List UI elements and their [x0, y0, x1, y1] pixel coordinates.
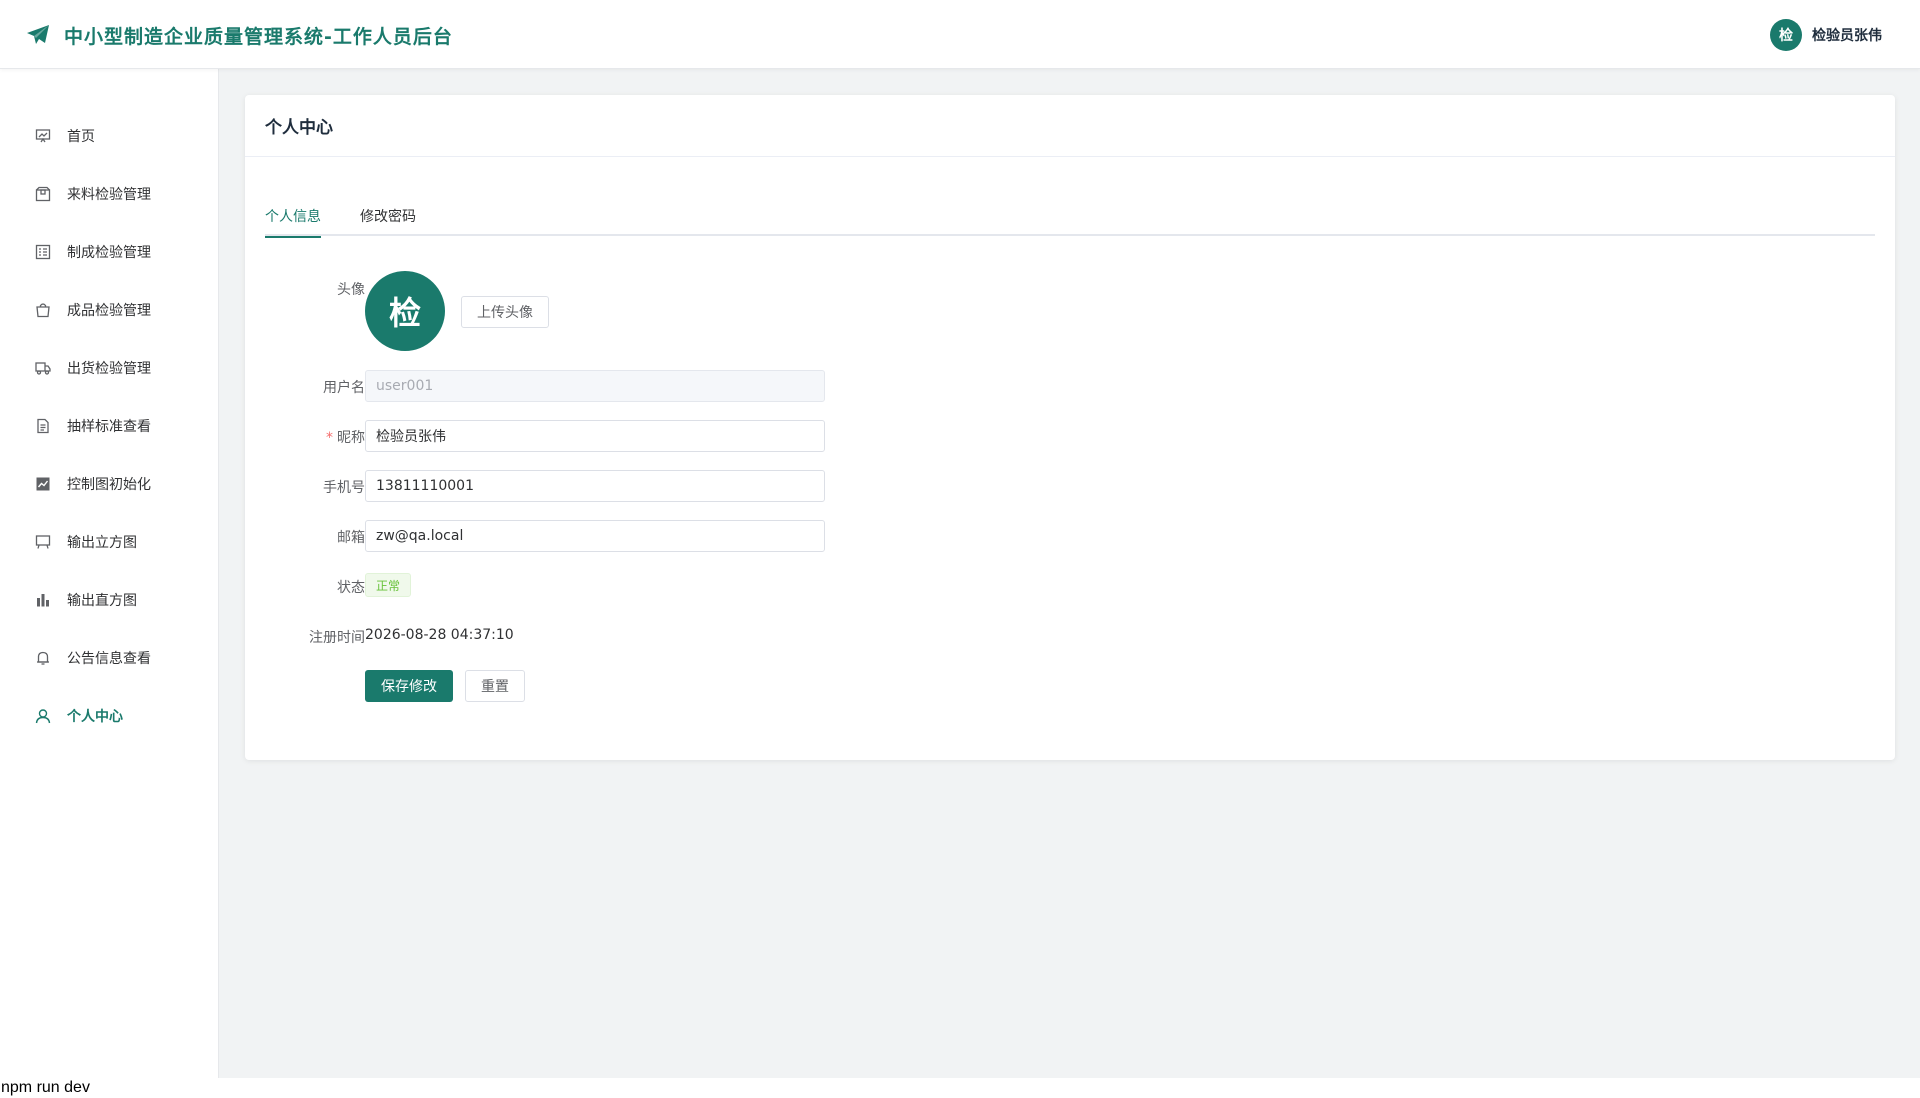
save-button[interactable]: 保存修改: [365, 670, 453, 702]
status-badge: 正常: [365, 573, 412, 597]
box-icon: [34, 185, 52, 203]
user-menu[interactable]: 检 检验员张伟: [1770, 19, 1882, 51]
tab-personal-info[interactable]: 个人信息: [265, 206, 321, 238]
sidebar-item-label: 出货检验管理: [67, 361, 151, 377]
register-time-value: 2026-08-28 04:37:10: [365, 627, 514, 643]
paper-plane-icon: [27, 25, 49, 44]
terminal-text: npm run dev: [0, 1078, 1920, 1098]
sidebar-item-label: 抽样标准查看: [67, 419, 151, 435]
sidebar-item-label: 制成检验管理: [67, 245, 151, 261]
sidebar-item-label: 公告信息查看: [67, 651, 151, 667]
avatar[interactable]: 检: [1770, 19, 1802, 51]
avatar-label: 头像: [337, 282, 365, 298]
bag-icon: [34, 301, 52, 319]
user-icon: [34, 707, 52, 725]
sidebar-item-control-chart[interactable]: 控制图初始化: [0, 464, 218, 504]
dashboard-icon: [34, 127, 52, 145]
sidebar-item-label: 输出立方图: [67, 535, 137, 551]
profile-card: 个人中心 个人信息 修改密码 头像 检 上传头像 用户名 *昵称 手机号 邮箱 …: [245, 95, 1895, 760]
board-icon: [34, 533, 52, 551]
sidebar-item-shipment-inspection[interactable]: 出货检验管理: [0, 348, 218, 388]
sidebar-item-incoming-inspection[interactable]: 来料检验管理: [0, 174, 218, 214]
sidebar-item-sampling-standard[interactable]: 抽样标准查看: [0, 406, 218, 446]
register-time-label: 注册时间: [309, 630, 365, 646]
card-header: 个人中心: [245, 95, 1895, 157]
tab-change-password[interactable]: 修改密码: [360, 206, 416, 236]
sidebar-item-product-inspection[interactable]: 成品检验管理: [0, 290, 218, 330]
top-header: 中小型制造企业质量管理系统-工作人员后台 检 检验员张伟: [0, 0, 1920, 69]
bar-chart-icon: [34, 591, 52, 609]
username-label: 用户名: [323, 380, 365, 396]
sidebar-item-label: 来料检验管理: [67, 187, 151, 203]
tabs: 个人信息 修改密码: [265, 206, 1875, 238]
main-content: 个人中心 个人信息 修改密码 头像 检 上传头像 用户名 *昵称 手机号 邮箱 …: [219, 69, 1920, 1080]
upload-avatar-button[interactable]: 上传头像: [461, 296, 549, 328]
sidebar-item-histogram[interactable]: 输出直方图: [0, 580, 218, 620]
email-field[interactable]: [365, 520, 825, 552]
email-label: 邮箱: [337, 530, 365, 546]
sidebar-item-process-inspection[interactable]: 制成检验管理: [0, 232, 218, 272]
app-title: 中小型制造企业质量管理系统-工作人员后台: [64, 26, 453, 48]
avatar: 检: [365, 271, 445, 351]
sidebar: 首页 来料检验管理 制成检验管理 成品检验管理 出货检验管理 抽样标准查看 控制…: [0, 69, 219, 1080]
user-name[interactable]: 检验员张伟: [1812, 25, 1882, 45]
sidebar-item-cube-chart[interactable]: 输出立方图: [0, 522, 218, 562]
username-field: [365, 370, 825, 402]
sidebar-item-home[interactable]: 首页: [0, 116, 218, 156]
bell-icon: [34, 649, 52, 667]
sidebar-item-label: 输出直方图: [67, 593, 137, 609]
truck-icon: [34, 359, 52, 377]
nickname-label-text: 昵称: [337, 430, 365, 446]
nickname-label: * 昵称: [245, 427, 365, 447]
phone-field[interactable]: [365, 470, 825, 502]
sidebar-item-label: 个人中心: [67, 709, 123, 725]
document-icon: [34, 417, 52, 435]
sidebar-item-announcements[interactable]: 公告信息查看: [0, 638, 218, 678]
status-label: 状态: [337, 580, 365, 596]
sidebar-item-label: 首页: [67, 129, 95, 145]
sidebar-item-profile[interactable]: 个人中心: [0, 696, 218, 736]
nickname-field[interactable]: [365, 420, 825, 452]
phone-label: 手机号: [323, 480, 365, 496]
sidebar-item-label: 控制图初始化: [67, 477, 151, 493]
page-title: 个人中心: [265, 118, 333, 138]
line-chart-icon: [34, 475, 52, 493]
required-asterisk: *: [326, 430, 333, 446]
list-check-icon: [34, 243, 52, 261]
reset-button[interactable]: 重置: [465, 670, 525, 702]
sidebar-item-label: 成品检验管理: [67, 303, 151, 319]
